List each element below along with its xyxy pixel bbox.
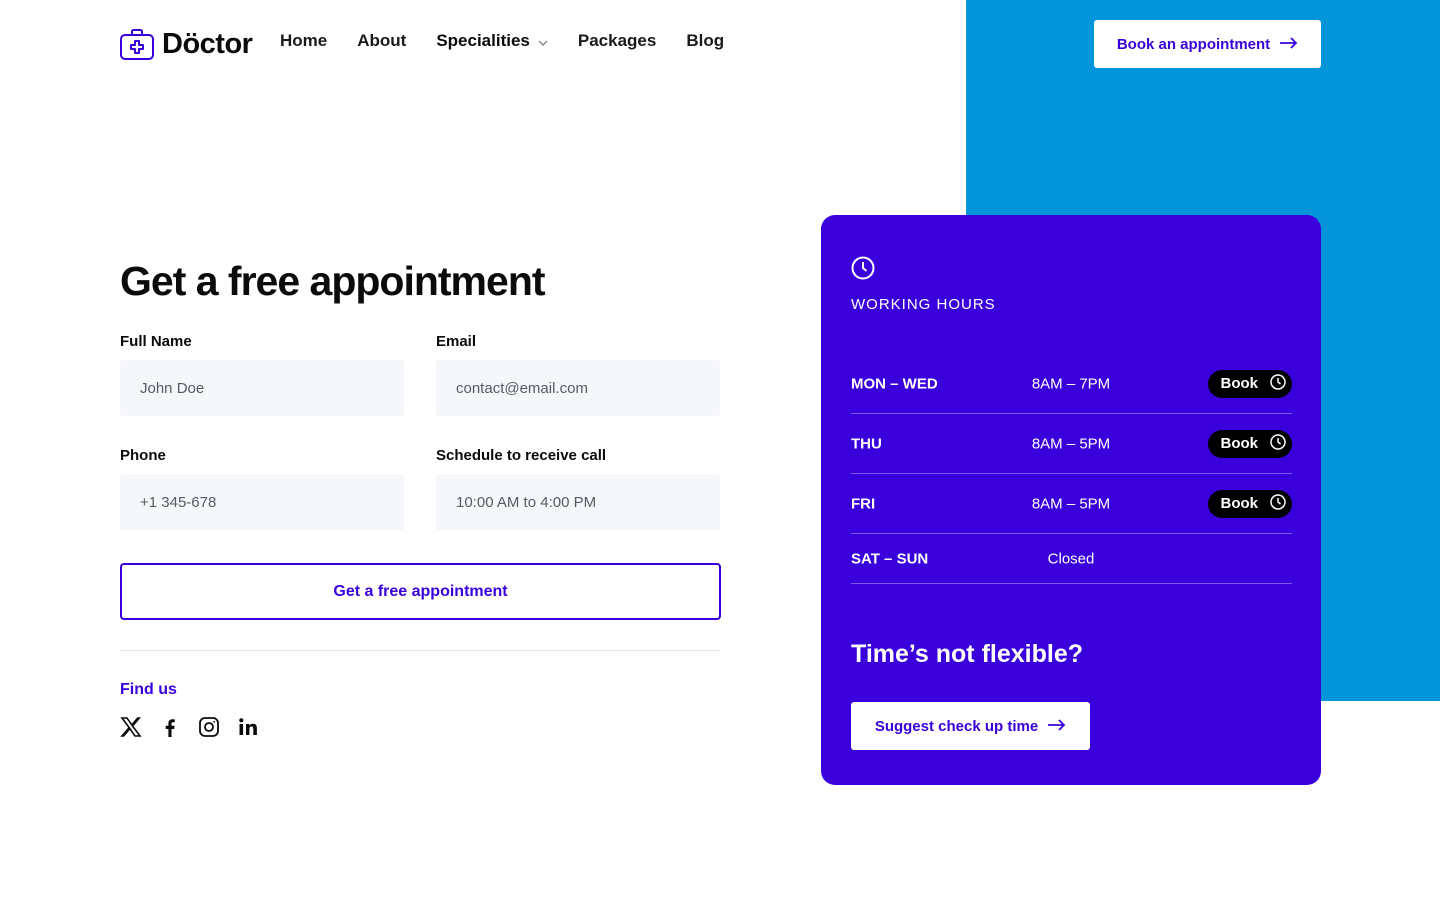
hours-day: FRI — [851, 495, 876, 512]
hours-day: SAT – SUN — [851, 550, 929, 567]
suggest-time-label: Suggest check up time — [874, 717, 1039, 735]
clock-icon — [1270, 493, 1286, 514]
brand-logo[interactable]: Döctor — [120, 28, 253, 61]
facebook-icon[interactable] — [159, 716, 181, 738]
phone-field: Phone +1 345-678 — [120, 447, 404, 530]
full-name-input[interactable]: John Doe — [120, 360, 404, 416]
arrow-right-icon — [1048, 718, 1066, 735]
nav-specialities[interactable]: Specialities — [436, 31, 548, 51]
working-hours-card: WORKING HOURS MON – WED 8AM – 7PM Book T… — [821, 215, 1321, 785]
get-appointment-button[interactable]: Get a free appointment — [120, 563, 721, 620]
hours-time: 8AM – 5PM — [1031, 495, 1111, 512]
nav-about[interactable]: About — [357, 31, 406, 51]
clock-icon — [1270, 373, 1286, 394]
book-label: Book — [1220, 435, 1259, 452]
hours-row: MON – WED 8AM – 7PM Book — [851, 354, 1292, 414]
nav-about-label: About — [357, 31, 407, 50]
book-appointment-button[interactable]: Book an appointment — [1094, 20, 1321, 68]
email-input[interactable]: contact@email.com — [436, 360, 720, 416]
schedule-field: Schedule to receive call 10:00 AM to 4:0… — [436, 447, 720, 530]
arrow-right-icon — [1280, 36, 1298, 53]
linkedin-icon[interactable] — [237, 716, 259, 738]
nav-home-label: Home — [280, 31, 328, 50]
main-nav: Home About Specialities Packages Blog — [280, 31, 754, 51]
nav-home[interactable]: Home — [280, 31, 327, 51]
hours-day: THU — [851, 435, 882, 452]
clock-icon — [851, 256, 875, 285]
brand-name: Döctor — [162, 28, 253, 60]
full-name-field: Full Name John Doe — [120, 333, 404, 416]
hours-time: Closed — [1047, 550, 1095, 567]
book-button[interactable]: Book — [1208, 429, 1292, 458]
book-appointment-label: Book an appointment — [1116, 35, 1271, 53]
find-us-label: Find us — [120, 681, 177, 698]
nav-blog[interactable]: Blog — [686, 31, 724, 51]
not-flexible-heading: Time’s not flexible? — [851, 640, 1083, 668]
hours-row: THU 8AM – 5PM Book — [851, 414, 1292, 474]
hours-table: MON – WED 8AM – 7PM Book THU 8AM – 5PM B… — [851, 354, 1292, 584]
hours-row: SAT – SUN Closed — [851, 534, 1292, 584]
nav-packages-label: Packages — [577, 31, 657, 50]
book-button[interactable]: Book — [1208, 369, 1292, 398]
hours-time: 8AM – 7PM — [1031, 375, 1111, 392]
phone-label: Phone — [120, 447, 166, 464]
social-links — [120, 716, 259, 738]
suggest-time-button[interactable]: Suggest check up time — [851, 702, 1090, 750]
form-title: Get a free appointment — [120, 258, 546, 304]
nav-packages[interactable]: Packages — [578, 31, 656, 51]
full-name-label: Full Name — [120, 333, 192, 350]
email-field: Email contact@email.com — [436, 333, 720, 416]
clock-icon — [1270, 433, 1286, 454]
hours-day: MON – WED — [851, 375, 938, 392]
email-label: Email — [436, 333, 477, 350]
nav-blog-label: Blog — [686, 31, 725, 50]
x-twitter-icon[interactable] — [120, 716, 142, 738]
working-hours-title: WORKING HOURS — [851, 296, 996, 313]
instagram-icon[interactable] — [198, 716, 220, 738]
phone-input[interactable]: +1 345-678 — [120, 474, 404, 530]
schedule-label: Schedule to receive call — [436, 447, 607, 464]
nav-specialities-label: Specialities — [436, 31, 530, 50]
book-label: Book — [1220, 495, 1259, 512]
book-label: Book — [1220, 375, 1259, 392]
chevron-down-icon — [538, 31, 548, 51]
schedule-input[interactable]: 10:00 AM to 4:00 PM — [436, 474, 720, 530]
hours-row: FRI 8AM – 5PM Book — [851, 474, 1292, 534]
book-button[interactable]: Book — [1208, 489, 1292, 518]
divider — [120, 650, 721, 651]
hours-time: 8AM – 5PM — [1031, 435, 1111, 452]
medical-case-icon — [120, 28, 154, 61]
